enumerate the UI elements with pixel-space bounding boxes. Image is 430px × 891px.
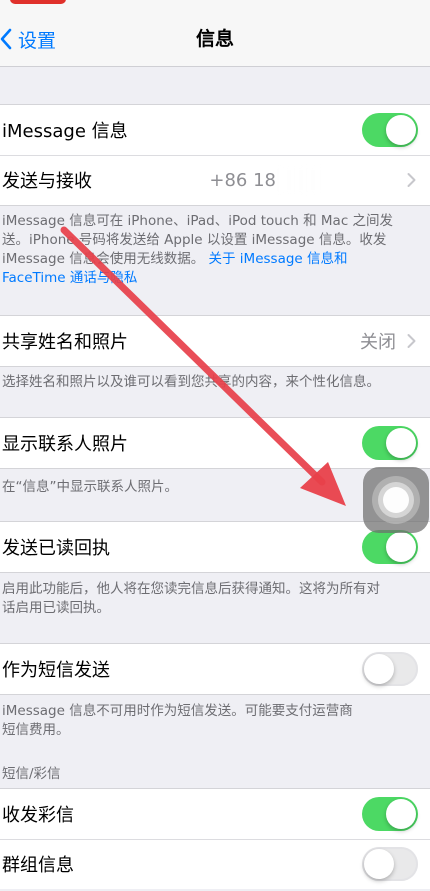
privacy-link-part-1[interactable]: 关于 iMessage 信息和 (209, 251, 348, 267)
phone-number-value: +86 18 (209, 169, 276, 191)
row-share-name-photo[interactable]: 共享姓名和照片 关闭 (0, 316, 430, 366)
assistive-touch-center (383, 487, 409, 513)
imessage-note-line-1: iMessage 信息可在 iPhone、iPad、iPod touch 和 M… (2, 213, 394, 229)
imessage-note-line-2: 送。iPhone 号码将发送给 Apple 以设置 iMessage 信息。收发 (2, 232, 387, 248)
toggle-knob (364, 654, 394, 684)
row-contact-photos-label: 显示联系人照片 (2, 434, 128, 455)
status-bar (0, 0, 430, 10)
group-messaging-toggle[interactable] (362, 847, 418, 881)
page-title: 信息 (195, 28, 234, 50)
row-read-receipts-label: 发送已读回执 (2, 538, 110, 559)
contact-photos-toggle[interactable] (362, 426, 418, 460)
row-send-as-sms[interactable]: 作为短信发送 (0, 644, 430, 694)
redaction-blur (278, 165, 400, 195)
navigation-bar: 设置 信息 (0, 10, 430, 67)
messages-settings-screen: 设置 信息 iMessage 信息 发送与接收 +86 18 iMessage … (0, 0, 430, 891)
sms-note-line-1: iMessage 信息不可用时作为短信发送。可能要支付运营商 (2, 703, 353, 719)
imessage-group: iMessage 信息 发送与接收 +86 18 (0, 104, 430, 206)
send-as-sms-toggle[interactable] (362, 652, 418, 686)
row-sms-label: 作为短信发送 (2, 660, 110, 681)
sms-group: 作为短信发送 (0, 643, 430, 695)
contact-photos-group: 显示联系人照片 (0, 417, 430, 469)
row-send-receive[interactable]: 发送与接收 +86 18 (0, 155, 430, 205)
row-imessage[interactable]: iMessage 信息 (0, 105, 430, 155)
status-indicator (10, 0, 66, 4)
sms-mms-section-header: 短信/彩信 (2, 766, 61, 782)
toggle-knob (386, 428, 416, 458)
read-receipts-group: 发送已读回执 (0, 521, 430, 573)
row-group-label: 群组信息 (2, 855, 74, 876)
read-receipts-note-line-2: 话启用已读回执。 (2, 600, 110, 616)
imessage-toggle[interactable] (362, 113, 418, 147)
imessage-note-line-3-text: iMessage 信息会使用无线数据。 (2, 251, 205, 267)
toggle-knob (364, 849, 394, 879)
read-receipts-note-line-1: 启用此功能后，他人将在您读完信息后获得通知。这将为所有对 (2, 581, 380, 597)
toggle-knob (386, 799, 416, 829)
row-mms-label: 收发彩信 (2, 805, 74, 826)
sms-note: iMessage 信息不可用时作为短信发送。可能要支付运营商 短信费用。 (2, 702, 412, 740)
row-imessage-label: iMessage 信息 (2, 121, 128, 142)
imessage-note-line-3: iMessage 信息会使用无线数据。 关于 iMessage 信息和 (2, 250, 412, 269)
row-send-read-receipts[interactable]: 发送已读回执 (0, 522, 430, 572)
read-receipts-toggle[interactable] (362, 530, 418, 564)
row-show-contact-photos[interactable]: 显示联系人照片 (0, 418, 430, 468)
toggle-knob (386, 115, 416, 145)
chevron-right-icon (407, 334, 416, 348)
row-send-receive-label: 发送与接收 (2, 171, 92, 192)
share-value: 关闭 (360, 332, 396, 353)
row-share-label: 共享姓名和照片 (2, 332, 128, 353)
toggle-knob (386, 532, 416, 562)
contact-photos-note: 在“信息”中显示联系人照片。 (2, 479, 178, 495)
imessage-footer: iMessage 信息可在 iPhone、iPad、iPod touch 和 M… (2, 212, 412, 288)
mms-toggle[interactable] (362, 797, 418, 831)
share-note: 选择姓名和照片以及谁可以看到您共享的内容，来个性化信息。 (2, 374, 380, 390)
assistive-touch-icon[interactable] (363, 467, 429, 533)
mms-group: 收发彩信 群组信息 (0, 788, 430, 889)
chevron-right-icon (407, 173, 416, 187)
row-group-messaging[interactable]: 群组信息 (0, 839, 430, 889)
row-mms[interactable]: 收发彩信 (0, 789, 430, 839)
sms-note-line-2: 短信费用。 (2, 722, 70, 738)
privacy-link-part-2[interactable]: FaceTime 通话与隐私 (2, 269, 412, 288)
share-group: 共享姓名和照片 关闭 (0, 315, 430, 367)
read-receipts-note: 启用此功能后，他人将在您读完信息后获得通知。这将为所有对 话启用已读回执。 (2, 580, 412, 618)
